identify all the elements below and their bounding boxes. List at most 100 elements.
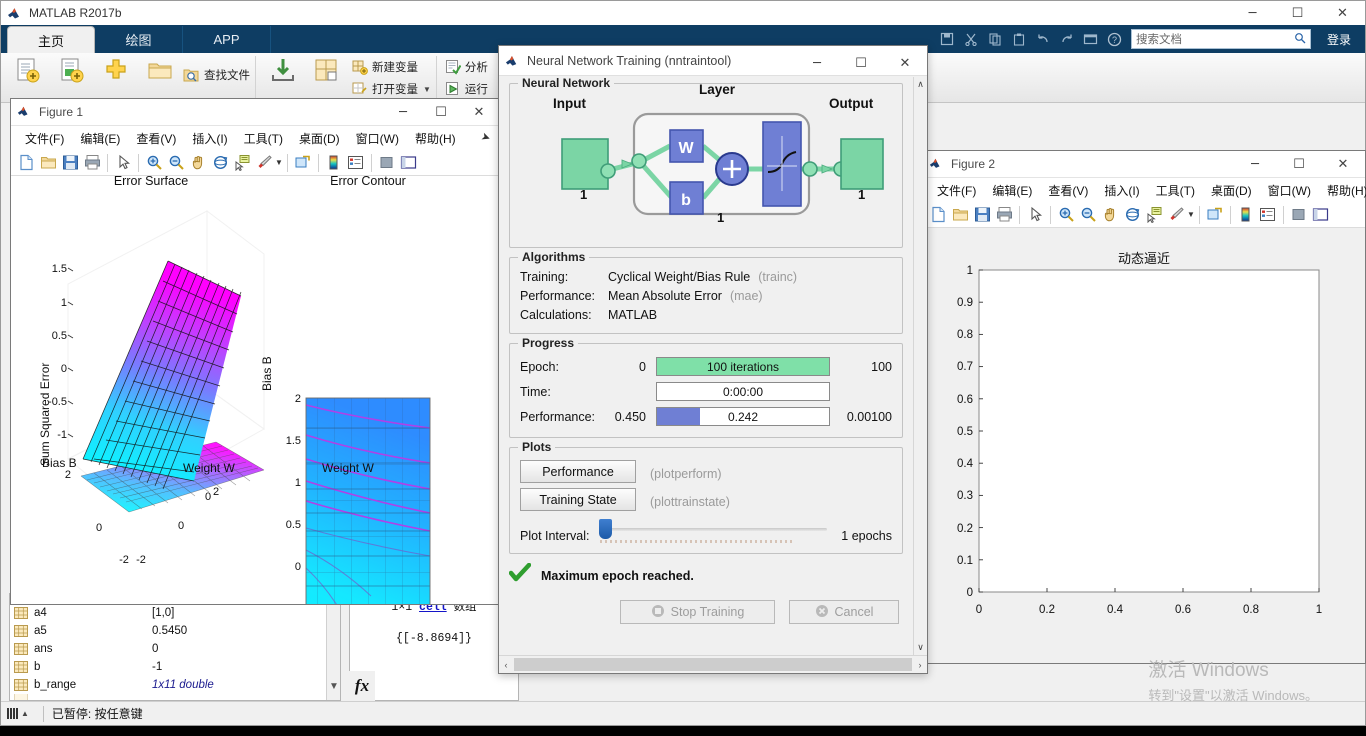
legend-icon[interactable] — [1257, 204, 1279, 226]
pointer-icon[interactable] — [112, 152, 134, 174]
save-icon[interactable] — [937, 29, 957, 49]
show-plot-tools-icon[interactable] — [1310, 204, 1332, 226]
plot-interval-slider[interactable] — [599, 519, 828, 539]
zoom-in-icon[interactable] — [143, 152, 165, 174]
pause-indicator[interactable]: ▲ — [1, 708, 35, 719]
zoom-out-icon[interactable] — [165, 152, 187, 174]
brush-dropdown-icon[interactable]: ▼ — [1187, 210, 1195, 219]
import-data-button[interactable] — [261, 56, 305, 91]
new-script-button[interactable] — [6, 56, 50, 91]
signin-link[interactable]: 登录 — [1317, 31, 1361, 48]
brush-icon[interactable] — [1165, 204, 1187, 226]
scroll-up-icon[interactable]: ∧ — [914, 77, 927, 90]
menu-file[interactable]: 文件(F) — [17, 130, 72, 147]
zoom-out-icon[interactable] — [1077, 204, 1099, 226]
new-figure-icon[interactable] — [927, 204, 949, 226]
stop-training-button[interactable]: Stop Training — [620, 600, 775, 624]
menu-help[interactable]: 帮助(H) — [407, 130, 464, 147]
menu-insert[interactable]: 插入(I) — [1096, 182, 1147, 199]
menu-edit[interactable]: 编辑(E) — [72, 130, 128, 147]
menu-view[interactable]: 查看(V) — [1040, 182, 1096, 199]
show-plot-tools-icon[interactable] — [398, 152, 420, 174]
scroll-down-icon[interactable]: ∨ — [914, 642, 927, 653]
pan-icon[interactable] — [1099, 204, 1121, 226]
menu-help[interactable]: 帮助(H) — [1319, 182, 1366, 199]
minimize-button[interactable]: ─ — [1230, 1, 1275, 25]
maximize-button[interactable]: ☐ — [1275, 1, 1320, 25]
new-button[interactable] — [94, 56, 138, 91]
figure2-maximize-button[interactable]: ☐ — [1277, 152, 1321, 176]
nntraintool-close-button[interactable]: ✕ — [883, 49, 927, 79]
workspace-scrollbar[interactable]: ▼ — [326, 594, 340, 700]
pan-icon[interactable] — [187, 152, 209, 174]
undo-icon[interactable] — [1033, 29, 1053, 49]
cancel-button[interactable]: Cancel — [789, 600, 899, 624]
windows-taskbar[interactable] — [0, 726, 1366, 736]
open-file-icon[interactable] — [949, 204, 971, 226]
link-plot-icon[interactable] — [1204, 204, 1226, 226]
rotate-3d-icon[interactable] — [1121, 204, 1143, 226]
pointer-icon[interactable] — [1024, 204, 1046, 226]
hide-plot-tools-icon[interactable] — [1288, 204, 1310, 226]
nntraintool-minimize-button[interactable]: ─ — [795, 49, 839, 79]
menu-insert[interactable]: 插入(I) — [184, 130, 235, 147]
figure1-close-button[interactable]: ✕ — [460, 100, 498, 124]
scroll-right-icon[interactable]: › — [913, 660, 927, 670]
menu-view[interactable]: 查看(V) — [128, 130, 184, 147]
tab-home[interactable]: 主页 — [7, 26, 95, 53]
search-input[interactable]: 搜索文档 — [1130, 29, 1311, 49]
caret-up-icon[interactable]: ▲ — [21, 709, 29, 718]
open-file-icon[interactable] — [37, 152, 59, 174]
table-row[interactable]: a5 0.5450 — [10, 622, 326, 640]
chevron-down-icon[interactable]: ▼ — [423, 85, 431, 94]
copy-icon[interactable] — [985, 29, 1005, 49]
scroll-down-icon[interactable]: ▼ — [329, 681, 339, 692]
table-row[interactable]: b_range 1x11 double — [10, 676, 326, 694]
save-workspace-button[interactable] — [305, 56, 349, 91]
menu-tools[interactable]: 工具(T) — [236, 130, 291, 147]
fx-function-browser[interactable]: fx — [349, 671, 375, 701]
menu-window[interactable]: 窗口(W) — [348, 130, 407, 147]
print-icon[interactable] — [81, 152, 103, 174]
menu-desktop[interactable]: 桌面(D) — [1203, 182, 1260, 199]
figure1-maximize-button[interactable]: ☐ — [422, 100, 460, 124]
rotate-3d-icon[interactable] — [209, 152, 231, 174]
data-cursor-icon[interactable] — [1143, 204, 1165, 226]
table-row[interactable] — [10, 694, 326, 700]
colorbar-icon[interactable] — [1235, 204, 1257, 226]
zoom-in-icon[interactable] — [1055, 204, 1077, 226]
table-row[interactable]: a4 [1,0] — [10, 604, 326, 622]
menu-desktop[interactable]: 桌面(D) — [291, 130, 348, 147]
layout-icon[interactable] — [1081, 29, 1101, 49]
print-icon[interactable] — [993, 204, 1015, 226]
find-files-button[interactable]: 查找文件 — [182, 66, 250, 84]
menu-overflow-icon[interactable]: ➤ — [479, 129, 500, 147]
hide-plot-tools-icon[interactable] — [376, 152, 398, 174]
figure2-close-button[interactable]: ✕ — [1321, 152, 1365, 176]
menu-window[interactable]: 窗口(W) — [1260, 182, 1319, 199]
open-variable-button[interactable]: 打开变量 ▼ — [351, 78, 431, 100]
brush-icon[interactable] — [253, 152, 275, 174]
run-and-time-button[interactable]: 运行 — [444, 78, 488, 100]
scroll-left-icon[interactable]: ‹ — [499, 660, 513, 670]
table-row[interactable]: b -1 — [10, 658, 326, 676]
tab-plots[interactable]: 绘图 — [95, 26, 183, 53]
figure1-minimize-button[interactable]: ─ — [384, 100, 422, 124]
hscroll-thumb[interactable] — [514, 658, 912, 671]
help-icon[interactable]: ? — [1105, 29, 1125, 49]
link-plot-icon[interactable] — [292, 152, 314, 174]
open-button[interactable] — [138, 56, 182, 91]
menu-tools[interactable]: 工具(T) — [1148, 182, 1203, 199]
save-figure-icon[interactable] — [59, 152, 81, 174]
close-button[interactable]: ✕ — [1320, 1, 1365, 25]
menu-file[interactable]: 文件(F) — [929, 182, 984, 199]
colorbar-icon[interactable] — [323, 152, 345, 174]
redo-icon[interactable] — [1057, 29, 1077, 49]
menu-edit[interactable]: 编辑(E) — [984, 182, 1040, 199]
new-livescript-button[interactable] — [50, 56, 94, 91]
paste-icon[interactable] — [1009, 29, 1029, 49]
training-state-plot-button[interactable]: Training State — [520, 488, 636, 511]
cut-icon[interactable] — [961, 29, 981, 49]
nntraintool-vertical-scrollbar[interactable]: ∧ ∨ — [913, 77, 927, 655]
save-figure-icon[interactable] — [971, 204, 993, 226]
